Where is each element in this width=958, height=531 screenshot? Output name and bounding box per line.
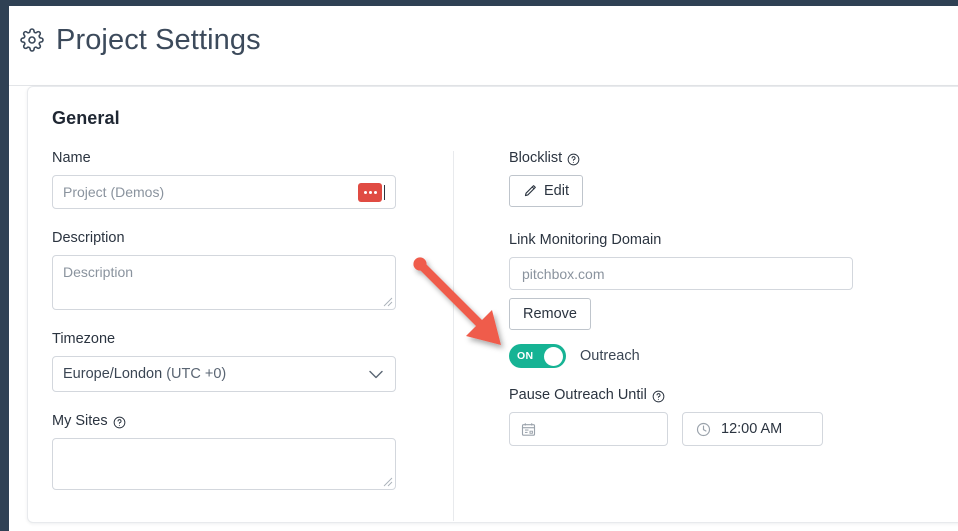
resize-handle-icon[interactable] xyxy=(383,477,393,487)
column-divider xyxy=(453,151,454,521)
field-pause-outreach: Pause Outreach Until 12:00 AM xyxy=(509,386,859,446)
pause-outreach-inputs: 12:00 AM xyxy=(509,412,859,446)
resize-handle-icon[interactable] xyxy=(383,297,393,307)
description-textarea[interactable]: Description xyxy=(52,255,396,310)
general-settings-card: General Name Project (Demos) Description… xyxy=(27,86,958,523)
right-column: Blocklist Edit Link Monitoring Domain pi… xyxy=(509,149,859,446)
blocklist-label-text: Blocklist xyxy=(509,150,563,166)
outreach-toggle-knob xyxy=(544,346,563,366)
outreach-toggle[interactable]: ON xyxy=(509,344,566,368)
field-description: Description Description xyxy=(52,229,397,310)
field-link-monitoring-domain: Link Monitoring Domain pitchbox.com xyxy=(509,231,859,290)
outreach-toggle-label: Outreach xyxy=(580,348,640,364)
pause-outreach-label-text: Pause Outreach Until xyxy=(509,387,647,403)
remove-domain-label: Remove xyxy=(523,306,577,322)
blocklist-edit-label: Edit xyxy=(544,183,569,199)
calendar-icon xyxy=(521,422,536,437)
field-timezone: Timezone Europe/London (UTC +0) xyxy=(52,330,397,392)
name-input-value: Project (Demos) xyxy=(63,184,165,200)
section-title-general: General xyxy=(52,108,120,128)
my-sites-label: My Sites xyxy=(52,412,397,430)
pause-outreach-time-input[interactable]: 12:00 AM xyxy=(682,412,823,446)
blocklist-edit-button[interactable]: Edit xyxy=(509,175,583,207)
description-placeholder: Description xyxy=(63,264,134,280)
page-title: Project Settings xyxy=(56,24,261,56)
help-circle-icon[interactable] xyxy=(113,416,126,429)
link-monitoring-domain-value: pitchbox.com xyxy=(522,265,605,282)
my-sites-label-text: My Sites xyxy=(52,413,108,429)
help-circle-icon[interactable] xyxy=(567,153,580,166)
pause-outreach-label: Pause Outreach Until xyxy=(509,386,859,404)
help-circle-icon[interactable] xyxy=(652,390,665,403)
left-column: Name Project (Demos) Description Descrip… xyxy=(52,149,397,490)
outreach-toggle-row: ON Outreach xyxy=(509,344,859,368)
link-monitoring-domain-input[interactable]: pitchbox.com xyxy=(509,257,853,290)
text-caret xyxy=(384,184,385,200)
timezone-label: Timezone xyxy=(52,331,116,347)
remove-domain-button[interactable]: Remove xyxy=(509,298,591,330)
field-my-sites: My Sites xyxy=(52,412,397,490)
name-input[interactable]: Project (Demos) xyxy=(52,175,396,209)
page-header: Project Settings xyxy=(9,6,958,85)
my-sites-textarea[interactable] xyxy=(52,438,396,490)
timezone-select[interactable]: Europe/London (UTC +0) xyxy=(52,356,396,392)
left-nav-rail xyxy=(0,0,9,531)
app-screen: Project Settings General Name Project (D… xyxy=(0,0,958,531)
link-monitoring-domain-label: Link Monitoring Domain xyxy=(509,232,662,248)
field-blocklist: Blocklist Edit xyxy=(509,149,859,207)
gear-icon xyxy=(20,28,44,52)
chevron-down-icon xyxy=(369,370,383,379)
name-label: Name xyxy=(52,150,91,166)
pause-outreach-time-value: 12:00 AM xyxy=(721,421,783,437)
description-label: Description xyxy=(52,230,125,246)
outreach-toggle-state: ON xyxy=(517,350,534,362)
clock-icon xyxy=(696,422,711,437)
pencil-icon xyxy=(523,184,537,198)
timezone-offset: (UTC +0) xyxy=(166,366,227,382)
timezone-value: Europe/London xyxy=(63,366,163,382)
blocklist-label: Blocklist xyxy=(509,149,859,167)
field-name: Name Project (Demos) xyxy=(52,149,397,209)
pause-outreach-date-input[interactable] xyxy=(509,412,668,446)
ellipsis-badge-icon[interactable] xyxy=(358,182,382,202)
